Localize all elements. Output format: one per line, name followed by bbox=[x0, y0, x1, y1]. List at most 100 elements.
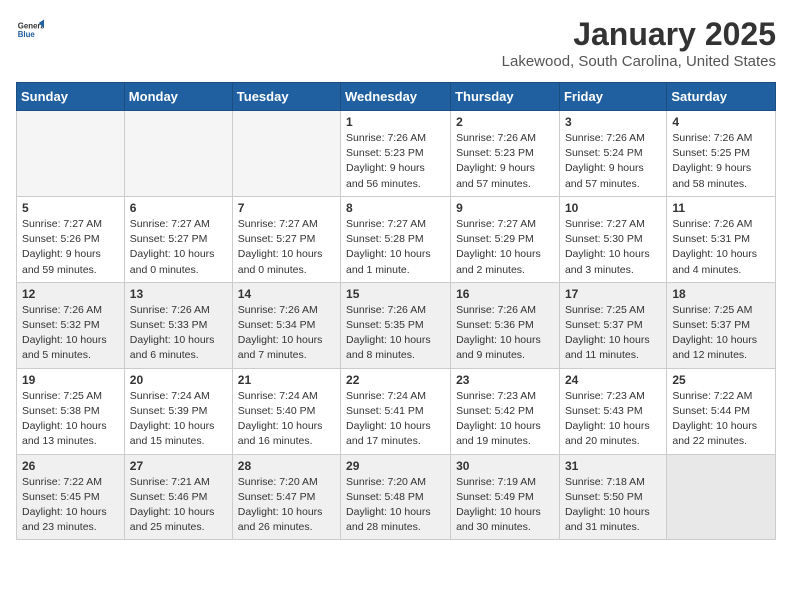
day-info: Sunrise: 7:22 AMSunset: 5:44 PMDaylight:… bbox=[672, 389, 770, 450]
day-info: Sunrise: 7:20 AMSunset: 5:47 PMDaylight:… bbox=[238, 475, 335, 536]
day-info: Sunrise: 7:18 AMSunset: 5:50 PMDaylight:… bbox=[565, 475, 661, 536]
day-info: Sunrise: 7:24 AMSunset: 5:40 PMDaylight:… bbox=[238, 389, 335, 450]
day-info: Sunrise: 7:26 AMSunset: 5:23 PMDaylight:… bbox=[456, 131, 554, 192]
calendar-day-cell: 12Sunrise: 7:26 AMSunset: 5:32 PMDayligh… bbox=[17, 282, 125, 368]
calendar-day-cell bbox=[17, 111, 125, 197]
calendar-day-cell: 27Sunrise: 7:21 AMSunset: 5:46 PMDayligh… bbox=[124, 454, 232, 540]
day-info: Sunrise: 7:26 AMSunset: 5:36 PMDaylight:… bbox=[456, 303, 554, 364]
day-number: 4 bbox=[672, 115, 770, 129]
day-info: Sunrise: 7:19 AMSunset: 5:49 PMDaylight:… bbox=[456, 475, 554, 536]
day-info: Sunrise: 7:25 AMSunset: 5:38 PMDaylight:… bbox=[22, 389, 119, 450]
calendar-day-cell: 6Sunrise: 7:27 AMSunset: 5:27 PMDaylight… bbox=[124, 196, 232, 282]
day-info: Sunrise: 7:26 AMSunset: 5:24 PMDaylight:… bbox=[565, 131, 661, 192]
day-info: Sunrise: 7:27 AMSunset: 5:29 PMDaylight:… bbox=[456, 217, 554, 278]
day-info: Sunrise: 7:26 AMSunset: 5:31 PMDaylight:… bbox=[672, 217, 770, 278]
calendar-day-cell: 31 Sunrise: 7:18 AMSunset: 5:50 PMDayligh… bbox=[559, 454, 666, 540]
title-area: January 2025 Lakewood, South Carolina, U… bbox=[502, 16, 776, 70]
calendar-day-cell: 18 Sunrise: 7:25 AMSunset: 5:37 PMDayligh… bbox=[667, 282, 776, 368]
day-info: Sunrise: 7:24 AMSunset: 5:39 PMDaylight:… bbox=[130, 389, 227, 450]
day-info: Sunrise: 7:26 AMSunset: 5:34 PMDaylight:… bbox=[238, 303, 335, 364]
calendar-week-row: 5 Sunrise: 7:27 AMSunset: 5:26 PMDaylight… bbox=[17, 196, 776, 282]
calendar-day-cell: 2Sunrise: 7:26 AMSunset: 5:23 PMDaylight… bbox=[451, 111, 560, 197]
day-number: 24 bbox=[565, 373, 661, 387]
calendar-day-cell: 11 Sunrise: 7:26 AMSunset: 5:31 PMDayligh… bbox=[667, 196, 776, 282]
weekday-header-monday: Monday bbox=[124, 83, 232, 111]
weekday-header-sunday: Sunday bbox=[17, 83, 125, 111]
calendar-day-cell bbox=[667, 454, 776, 540]
day-number: 30 bbox=[456, 459, 554, 473]
weekday-header-friday: Friday bbox=[559, 83, 666, 111]
day-number: 21 bbox=[238, 373, 335, 387]
calendar-day-cell: 10Sunrise: 7:27 AMSunset: 5:30 PMDayligh… bbox=[559, 196, 666, 282]
day-info: Sunrise: 7:24 AMSunset: 5:41 PMDaylight:… bbox=[346, 389, 445, 450]
day-number: 9 bbox=[456, 201, 554, 215]
day-number: 19 bbox=[22, 373, 119, 387]
day-number: 5 bbox=[22, 201, 119, 215]
calendar-day-cell bbox=[232, 111, 340, 197]
day-number: 20 bbox=[130, 373, 227, 387]
calendar-day-cell: 9 Sunrise: 7:27 AMSunset: 5:29 PMDaylight… bbox=[451, 196, 560, 282]
calendar-day-cell: 4Sunrise: 7:26 AMSunset: 5:25 PMDaylight… bbox=[667, 111, 776, 197]
calendar-day-cell: 20 Sunrise: 7:24 AMSunset: 5:39 PMDayligh… bbox=[124, 368, 232, 454]
calendar-day-cell: 19 Sunrise: 7:25 AMSunset: 5:38 PMDayligh… bbox=[17, 368, 125, 454]
calendar-day-cell: 28 Sunrise: 7:20 AMSunset: 5:47 PMDayligh… bbox=[232, 454, 340, 540]
day-number: 3 bbox=[565, 115, 661, 129]
day-info: Sunrise: 7:27 AMSunset: 5:26 PMDaylight:… bbox=[22, 217, 119, 278]
calendar-week-row: 19 Sunrise: 7:25 AMSunset: 5:38 PMDayligh… bbox=[17, 368, 776, 454]
calendar-day-cell: 17 Sunrise: 7:25 AMSunset: 5:37 PMDayligh… bbox=[559, 282, 666, 368]
day-number: 8 bbox=[346, 201, 445, 215]
day-number: 11 bbox=[672, 201, 770, 215]
day-info: Sunrise: 7:20 AMSunset: 5:48 PMDaylight:… bbox=[346, 475, 445, 536]
calendar-day-cell: 22 Sunrise: 7:24 AMSunset: 5:41 PMDayligh… bbox=[341, 368, 451, 454]
calendar-day-cell: 16 Sunrise: 7:26 AMSunset: 5:36 PMDayligh… bbox=[451, 282, 560, 368]
weekday-header-thursday: Thursday bbox=[451, 83, 560, 111]
day-info: Sunrise: 7:26 AMSunset: 5:32 PMDaylight:… bbox=[22, 303, 119, 364]
calendar-subtitle: Lakewood, South Carolina, United States bbox=[502, 53, 776, 70]
day-info: Sunrise: 7:25 AMSunset: 5:37 PMDaylight:… bbox=[672, 303, 770, 364]
day-number: 28 bbox=[238, 459, 335, 473]
calendar-week-row: 1Sunrise: 7:26 AMSunset: 5:23 PMDaylight… bbox=[17, 111, 776, 197]
calendar-day-cell: 8 Sunrise: 7:27 AMSunset: 5:28 PMDaylight… bbox=[341, 196, 451, 282]
day-number: 7 bbox=[238, 201, 335, 215]
calendar-day-cell: 14 Sunrise: 7:26 AMSunset: 5:34 PMDayligh… bbox=[232, 282, 340, 368]
logo: General Blue bbox=[16, 16, 44, 44]
day-number: 18 bbox=[672, 287, 770, 301]
calendar-day-cell: 26Sunrise: 7:22 AMSunset: 5:45 PMDayligh… bbox=[17, 454, 125, 540]
day-number: 22 bbox=[346, 373, 445, 387]
day-info: Sunrise: 7:23 AMSunset: 5:42 PMDaylight:… bbox=[456, 389, 554, 450]
day-info: Sunrise: 7:25 AMSunset: 5:37 PMDaylight:… bbox=[565, 303, 661, 364]
day-info: Sunrise: 7:27 AMSunset: 5:30 PMDaylight:… bbox=[565, 217, 661, 278]
calendar-day-cell: 13 Sunrise: 7:26 AMSunset: 5:33 PMDayligh… bbox=[124, 282, 232, 368]
day-info: Sunrise: 7:22 AMSunset: 5:45 PMDaylight:… bbox=[22, 475, 119, 536]
day-info: Sunrise: 7:27 AMSunset: 5:27 PMDaylight:… bbox=[130, 217, 227, 278]
calendar-day-cell: 25 Sunrise: 7:22 AMSunset: 5:44 PMDayligh… bbox=[667, 368, 776, 454]
weekday-header-row: SundayMondayTuesdayWednesdayThursdayFrid… bbox=[17, 83, 776, 111]
logo-icon: General Blue bbox=[16, 16, 44, 44]
day-info: Sunrise: 7:27 AMSunset: 5:27 PMDaylight:… bbox=[238, 217, 335, 278]
day-number: 25 bbox=[672, 373, 770, 387]
calendar-day-cell: 24 Sunrise: 7:23 AMSunset: 5:43 PMDayligh… bbox=[559, 368, 666, 454]
svg-text:Blue: Blue bbox=[18, 30, 36, 39]
day-number: 14 bbox=[238, 287, 335, 301]
calendar-day-cell: 30 Sunrise: 7:19 AMSunset: 5:49 PMDayligh… bbox=[451, 454, 560, 540]
day-number: 16 bbox=[456, 287, 554, 301]
calendar-day-cell: 15Sunrise: 7:26 AMSunset: 5:35 PMDayligh… bbox=[341, 282, 451, 368]
calendar-week-row: 26Sunrise: 7:22 AMSunset: 5:45 PMDayligh… bbox=[17, 454, 776, 540]
calendar-day-cell: 29 Sunrise: 7:20 AMSunset: 5:48 PMDayligh… bbox=[341, 454, 451, 540]
calendar-day-cell: 5 Sunrise: 7:27 AMSunset: 5:26 PMDaylight… bbox=[17, 196, 125, 282]
day-number: 13 bbox=[130, 287, 227, 301]
calendar-week-row: 12Sunrise: 7:26 AMSunset: 5:32 PMDayligh… bbox=[17, 282, 776, 368]
calendar-day-cell bbox=[124, 111, 232, 197]
day-number: 23 bbox=[456, 373, 554, 387]
day-info: Sunrise: 7:26 AMSunset: 5:33 PMDaylight:… bbox=[130, 303, 227, 364]
day-number: 31 bbox=[565, 459, 661, 473]
day-info: Sunrise: 7:27 AMSunset: 5:28 PMDaylight:… bbox=[346, 217, 445, 278]
weekday-header-tuesday: Tuesday bbox=[232, 83, 340, 111]
day-number: 17 bbox=[565, 287, 661, 301]
day-info: Sunrise: 7:23 AMSunset: 5:43 PMDaylight:… bbox=[565, 389, 661, 450]
page-header: General Blue January 2025 Lakewood, Sout… bbox=[16, 16, 776, 70]
day-number: 29 bbox=[346, 459, 445, 473]
weekday-header-wednesday: Wednesday bbox=[341, 83, 451, 111]
day-info: Sunrise: 7:26 AMSunset: 5:35 PMDaylight:… bbox=[346, 303, 445, 364]
weekday-header-saturday: Saturday bbox=[667, 83, 776, 111]
